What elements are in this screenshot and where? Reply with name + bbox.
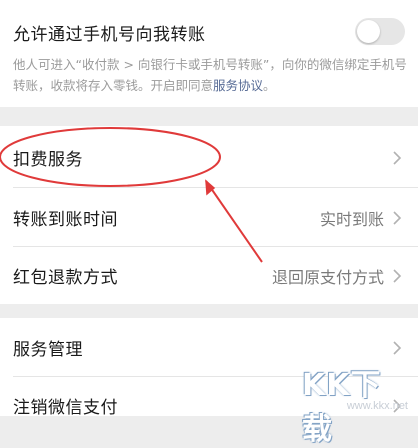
deduction-service-row[interactable]: 扣费服务 (0, 128, 418, 187)
chevron-right-icon (393, 210, 402, 225)
service-management-label: 服务管理 (13, 340, 83, 360)
red-packet-refund-row[interactable]: 红包退款方式 退回原支付方式 (0, 246, 418, 305)
phone-transfer-section: 允许通过手机号向我转账 他人可进入“收付款 > 向银行卡或手机号转账”，向你的微… (0, 0, 418, 107)
chevron-right-icon (393, 150, 402, 165)
transfer-arrival-time-label: 转账到账时间 (13, 210, 118, 230)
service-agreement-link[interactable]: 服务协议 (213, 78, 263, 93)
description-text: 他人可进入“收付款 > 向银行卡或手机号转账”，向你的微信绑定手机号转账，收款将… (13, 57, 407, 93)
chevron-right-icon (393, 268, 402, 283)
phone-transfer-title: 允许通过手机号向我转账 (13, 25, 206, 45)
toggle-knob (357, 20, 380, 43)
transfer-arrival-time-row[interactable]: 转账到账时间 实时到账 (0, 188, 418, 247)
phone-transfer-description: 他人可进入“收付款 > 向银行卡或手机号转账”，向你的微信绑定手机号转账，收款将… (13, 54, 409, 96)
payment-settings-section: 扣费服务 转账到账时间 实时到账 红包退款方式 退回原支付方式 (0, 126, 418, 304)
phone-transfer-toggle[interactable] (355, 18, 405, 45)
cancel-wechat-pay-label: 注销微信支付 (13, 398, 118, 418)
chevron-right-icon (393, 340, 402, 355)
kkx-watermark: KK下载 www.kkx.net (302, 360, 412, 447)
deduction-service-label: 扣费服务 (13, 150, 83, 170)
red-packet-refund-label: 红包退款方式 (13, 268, 118, 288)
description-end: 。 (263, 78, 276, 93)
red-packet-refund-value: 退回原支付方式 (271, 267, 384, 287)
watermark-url: www.kkx.net (346, 400, 408, 412)
transfer-arrival-time-value: 实时到账 (319, 209, 384, 229)
